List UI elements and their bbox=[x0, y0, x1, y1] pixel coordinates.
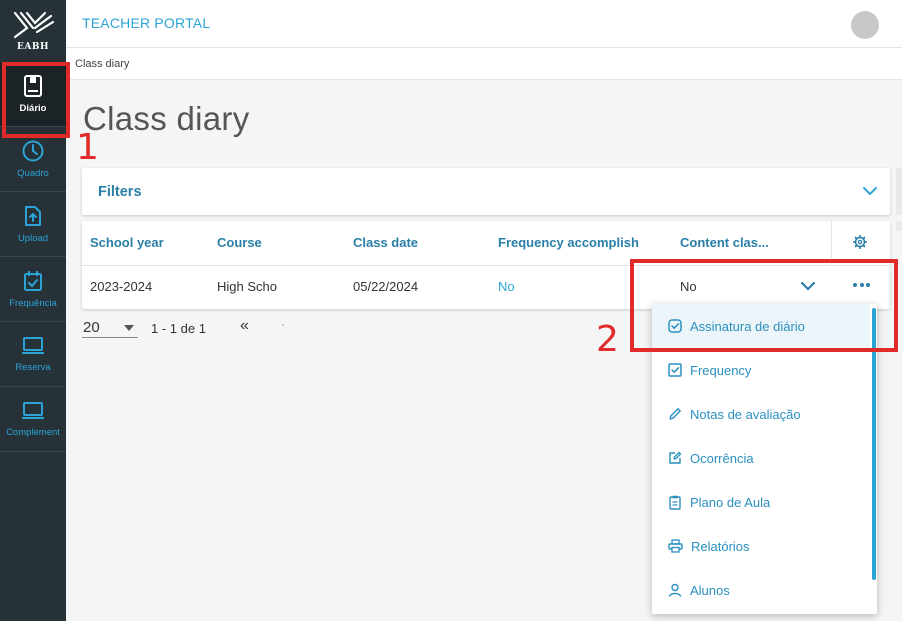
logo: EABH bbox=[0, 0, 66, 62]
sidebar-item-label: Upload bbox=[17, 232, 49, 244]
laptop-icon bbox=[22, 336, 44, 354]
filters-panel[interactable]: Filters bbox=[82, 168, 890, 215]
page-size-select[interactable]: 20 bbox=[82, 319, 138, 338]
menu-item-label: Relatórios bbox=[691, 538, 750, 554]
menu-item-label: Ocorrência bbox=[690, 450, 754, 466]
annotation-number-2: 2 bbox=[596, 319, 619, 360]
edge-card-hint bbox=[896, 168, 902, 215]
menu-item-ocorrencia[interactable]: Ocorrência bbox=[652, 436, 870, 480]
menu-item-label: Frequency bbox=[690, 362, 752, 378]
printer-icon bbox=[668, 539, 683, 553]
column-header-content[interactable]: Content clas... bbox=[680, 235, 769, 250]
sidebar-item-label: Reserva bbox=[15, 361, 51, 373]
pager-dot bbox=[282, 324, 284, 326]
top-bar: TEACHER PORTAL bbox=[66, 0, 902, 48]
column-header-class-date[interactable]: Class date bbox=[353, 235, 418, 250]
sidebar-item-upload[interactable]: Upload bbox=[0, 192, 66, 257]
sidebar-item-label: Complement bbox=[6, 426, 60, 438]
calendar-check-icon bbox=[24, 270, 42, 291]
page-size-value: 20 bbox=[83, 319, 100, 336]
logo-text: EABH bbox=[17, 42, 49, 52]
sidebar-item-frequencia[interactable]: Frequência bbox=[0, 257, 66, 322]
menu-item-plano-de-aula[interactable]: Plano de Aula bbox=[652, 480, 870, 524]
annotation-number-1: 1 bbox=[76, 127, 99, 168]
menu-item-label: Alunos bbox=[690, 582, 730, 598]
gear-icon[interactable] bbox=[853, 235, 867, 249]
menu-item-relatorios[interactable]: Relatórios bbox=[652, 524, 870, 568]
check-square-icon bbox=[668, 363, 682, 377]
clipboard-icon bbox=[669, 495, 681, 510]
menu-item-label: Notas de avaliação bbox=[690, 406, 801, 422]
cell-school-year: 2023-2024 bbox=[90, 279, 153, 294]
menu-item-frequency[interactable]: Frequency bbox=[652, 348, 870, 392]
pencil-icon bbox=[669, 408, 681, 420]
portal-title: TEACHER PORTAL bbox=[82, 15, 211, 31]
filters-title: Filters bbox=[98, 184, 142, 200]
eabh-logo-icon bbox=[13, 11, 55, 39]
upload-file-icon bbox=[25, 205, 41, 226]
edge-card-hint bbox=[896, 221, 902, 231]
column-header-school-year[interactable]: School year bbox=[90, 235, 164, 250]
sidebar-item-complement[interactable]: Complement bbox=[0, 387, 66, 452]
annotation-box-2 bbox=[630, 259, 898, 352]
clock-icon bbox=[22, 140, 44, 161]
menu-item-notas[interactable]: Notas de avaliação bbox=[652, 392, 870, 436]
cell-class-date: 05/22/2024 bbox=[353, 279, 419, 294]
caret-down-icon bbox=[124, 325, 134, 331]
sidebar-item-label: Frequência bbox=[9, 297, 57, 309]
first-page-button[interactable]: « bbox=[240, 317, 249, 335]
breadcrumb[interactable]: Class diary bbox=[75, 58, 129, 70]
chevron-down-icon[interactable] bbox=[862, 186, 878, 196]
cell-course: High Scho bbox=[217, 279, 277, 294]
menu-item-alunos[interactable]: Alunos bbox=[652, 568, 870, 612]
avatar[interactable] bbox=[851, 11, 879, 39]
column-header-frequency[interactable]: Frequency accomplish bbox=[498, 235, 639, 250]
pagination-range: 1 - 1 de 1 bbox=[151, 321, 206, 336]
cell-frequency[interactable]: No bbox=[498, 279, 515, 294]
sidebar-item-reserva[interactable]: Reserva bbox=[0, 322, 66, 387]
menu-item-label: Plano de Aula bbox=[690, 494, 771, 510]
laptop-icon bbox=[22, 401, 44, 419]
user-icon bbox=[668, 583, 682, 597]
sidebar-item-label: Quadro bbox=[17, 167, 49, 179]
page-title: Class diary bbox=[83, 100, 250, 137]
column-header-course[interactable]: Course bbox=[217, 235, 262, 250]
annotation-box-1 bbox=[2, 62, 70, 138]
edit-note-icon bbox=[669, 451, 682, 464]
breadcrumb-bar: Class diary bbox=[66, 48, 902, 80]
